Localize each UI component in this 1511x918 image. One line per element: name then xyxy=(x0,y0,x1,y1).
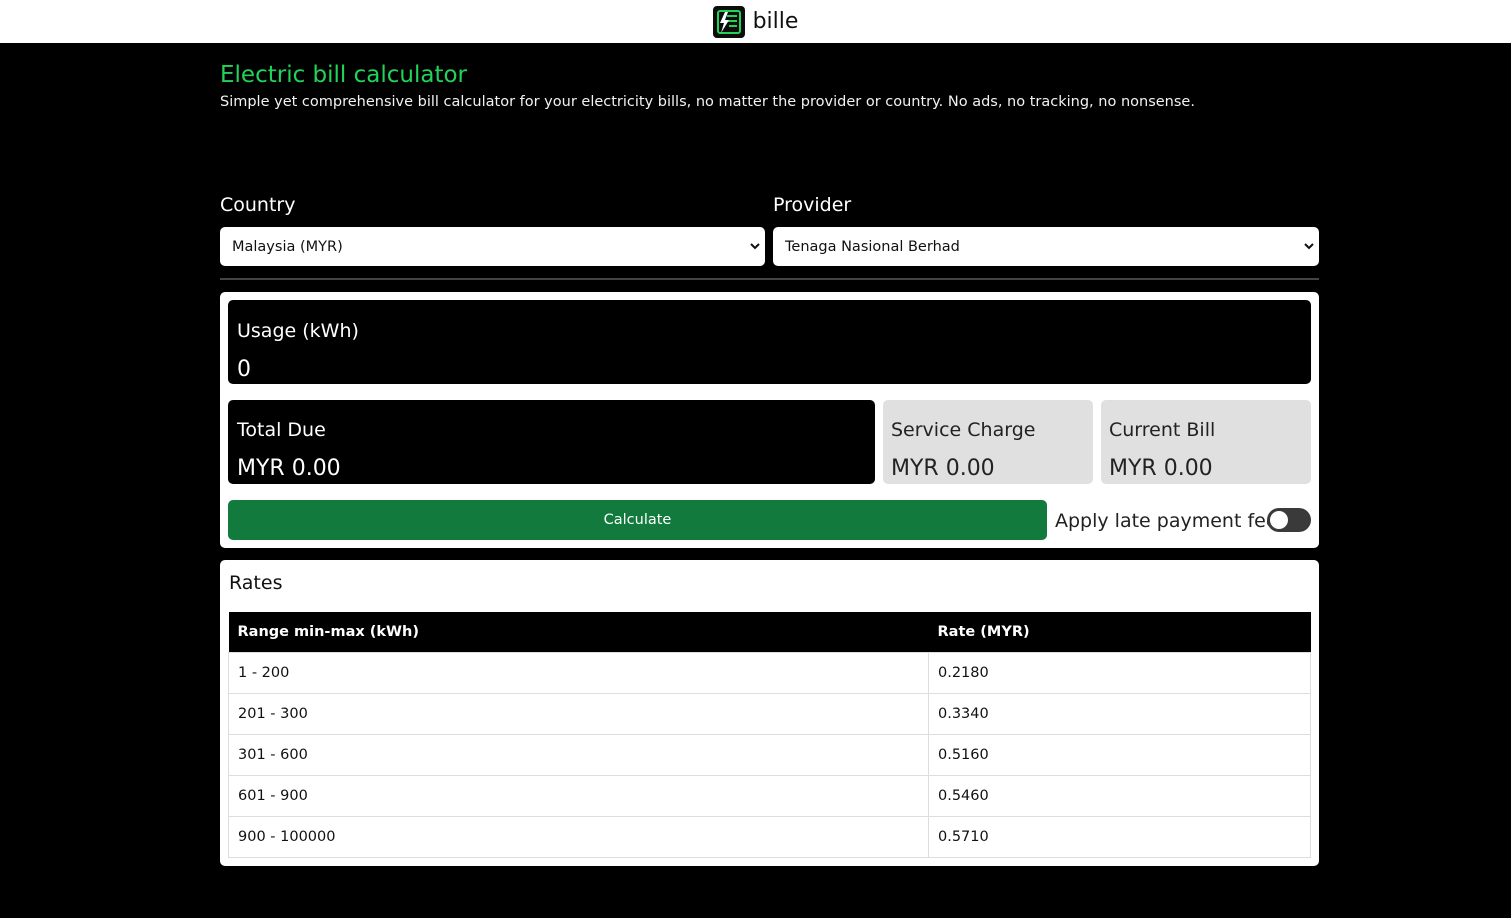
service-charge-label: Service Charge xyxy=(891,419,1036,441)
toggle-knob xyxy=(1270,511,1288,529)
table-row: 301 - 600 0.5160 xyxy=(228,733,1311,776)
column-header-range: Range min-max (kWh) xyxy=(228,612,929,652)
service-charge-box: Service Charge MYR 0.00 xyxy=(883,400,1093,484)
divider xyxy=(220,278,1319,280)
page-title: Electric bill calculator xyxy=(220,62,468,88)
late-fee-label: Apply late payment fee xyxy=(1055,510,1278,532)
range-cell: 1 - 200 xyxy=(228,651,929,694)
rate-cell: 0.2180 xyxy=(928,651,1311,694)
brand[interactable]: bille xyxy=(712,5,799,38)
current-bill-box: Current Bill MYR 0.00 xyxy=(1101,400,1311,484)
top-bar: bille xyxy=(0,0,1511,43)
provider-label: Provider xyxy=(773,194,852,216)
chevron-down-icon xyxy=(750,243,760,250)
late-fee-toggle[interactable] xyxy=(1267,508,1311,532)
usage-value[interactable]: 0 xyxy=(237,357,251,382)
country-select-value: Malaysia (MYR) xyxy=(232,238,343,255)
calculate-button[interactable]: Calculate xyxy=(228,500,1047,540)
rate-cell: 0.5460 xyxy=(928,774,1311,817)
rate-cell: 0.5710 xyxy=(928,815,1311,858)
chevron-down-icon xyxy=(1304,243,1314,250)
bill-lightning-icon xyxy=(712,5,745,38)
usage-label: Usage (kWh) xyxy=(237,320,359,342)
rate-cell: 0.3340 xyxy=(928,692,1311,735)
range-cell: 900 - 100000 xyxy=(228,815,929,858)
table-row: 201 - 300 0.3340 xyxy=(228,692,1311,735)
total-due-value: MYR 0.00 xyxy=(237,456,341,481)
page-subtitle: Simple yet comprehensive bill calculator… xyxy=(220,94,1195,110)
column-header-rate: Rate (MYR) xyxy=(928,612,1311,652)
range-cell: 201 - 300 xyxy=(228,692,929,735)
range-cell: 301 - 600 xyxy=(228,733,929,776)
total-due-box: Total Due MYR 0.00 xyxy=(228,400,875,484)
table-row: 900 - 100000 0.5710 xyxy=(228,815,1311,858)
range-cell: 601 - 900 xyxy=(228,774,929,817)
table-row: 601 - 900 0.5460 xyxy=(228,774,1311,817)
brand-name: bille xyxy=(752,9,799,34)
rate-cell: 0.5160 xyxy=(928,733,1311,776)
country-label: Country xyxy=(220,194,296,216)
service-charge-value: MYR 0.00 xyxy=(891,456,995,481)
provider-select[interactable]: Tenaga Nasional Berhad xyxy=(773,227,1319,266)
rates-card: Rates Range min-max (kWh) Rate (MYR) 1 -… xyxy=(220,560,1319,866)
rates-table: Range min-max (kWh) Rate (MYR) 1 - 200 0… xyxy=(228,612,1311,858)
current-bill-label: Current Bill xyxy=(1109,419,1216,441)
rates-title: Rates xyxy=(229,572,283,594)
calculator-card: Usage (kWh) 0 Total Due MYR 0.00 Service… xyxy=(220,292,1319,548)
provider-select-value: Tenaga Nasional Berhad xyxy=(785,238,960,255)
usage-input[interactable]: Usage (kWh) 0 xyxy=(228,300,1311,384)
table-row: 1 - 200 0.2180 xyxy=(228,651,1311,694)
country-select[interactable]: Malaysia (MYR) xyxy=(220,227,765,266)
total-due-label: Total Due xyxy=(237,419,326,441)
current-bill-value: MYR 0.00 xyxy=(1109,456,1213,481)
rates-header-row: Range min-max (kWh) Rate (MYR) xyxy=(228,612,1311,652)
